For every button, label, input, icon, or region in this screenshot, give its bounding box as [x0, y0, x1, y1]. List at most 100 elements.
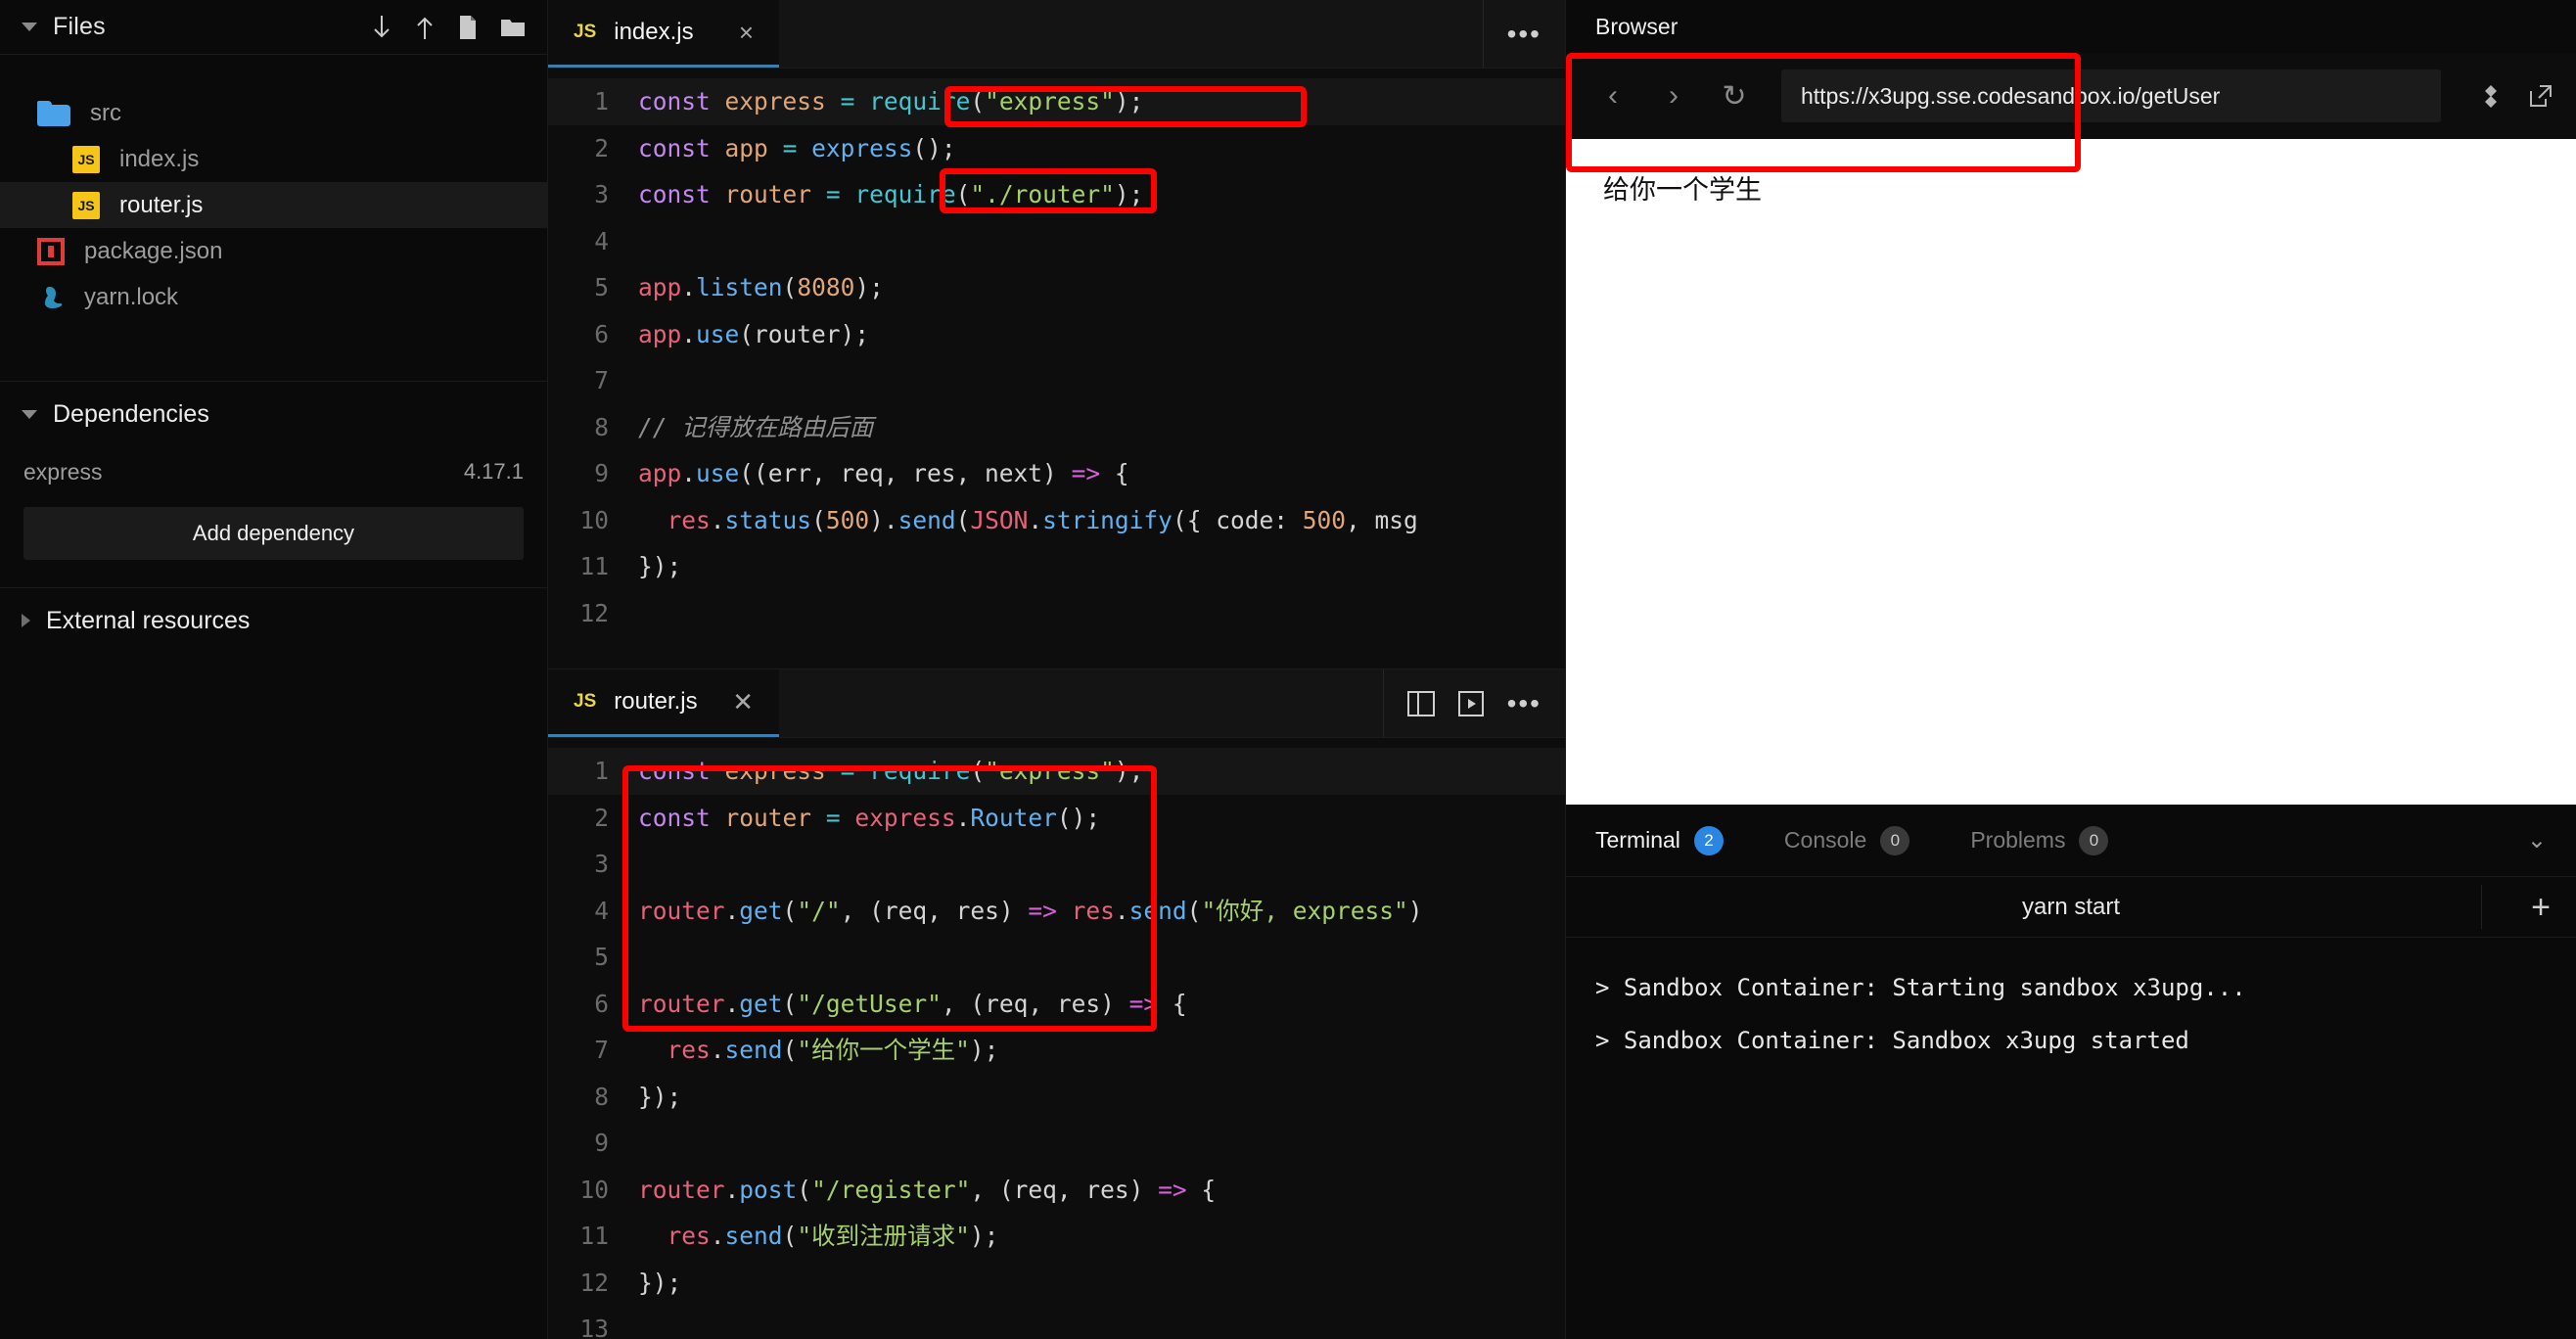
file-row-package-json[interactable]: package.json [0, 228, 547, 274]
tab-router-js[interactable]: JS router.js ✕ [548, 670, 779, 737]
line-number: 2 [594, 133, 609, 162]
line-number: 3 [594, 180, 609, 208]
code-text: app.use((err, req, res, next) => { [638, 459, 1129, 487]
overflow-menu-icon[interactable]: ••• [1507, 688, 1541, 719]
status-badge: 2 [1693, 825, 1724, 855]
file-label: src [90, 99, 121, 126]
npm-file-icon [37, 237, 65, 265]
forward-icon[interactable]: › [1648, 70, 1699, 121]
add-terminal-icon[interactable]: + [2531, 891, 2551, 924]
code-text: res.status(500).send(JSON.stringify({ co… [667, 505, 1418, 534]
line-number: 3 [594, 850, 609, 878]
javascript-file-icon: JS [574, 691, 597, 712]
add-dependency-button[interactable]: Add dependency [23, 507, 524, 560]
files-title: Files [53, 13, 106, 40]
chevron-right-icon [22, 614, 30, 627]
code-area-router-js[interactable]: 1 const express = require("express"); 2 con… [548, 738, 1565, 1339]
chevron-down-icon [22, 409, 37, 419]
line-number: 5 [594, 273, 609, 301]
tab-index-js[interactable]: JS index.js × [548, 0, 779, 68]
new-folder-icon[interactable] [500, 17, 526, 38]
terminal-tabbar: Terminal 2 Console 0 Problems 0 ⌄ [1566, 805, 2576, 877]
new-file-icon[interactable] [457, 15, 479, 40]
tab-terminal[interactable]: Terminal 2 [1595, 825, 1724, 855]
line-number: 12 [579, 598, 609, 627]
close-icon[interactable]: × [739, 20, 754, 45]
code-line: 11}); [548, 543, 1565, 590]
code-text: res.send("给你一个学生"); [667, 1036, 999, 1064]
code-line: 9 app.use((err, req, res, next) => { [548, 450, 1565, 497]
code-line: 2 const app = express(); [548, 125, 1565, 172]
tab-problems[interactable]: Problems 0 [1970, 825, 2109, 855]
terminal-line: > Sandbox Container: Sandbox x3upg start… [1595, 1027, 2189, 1054]
terminal-line: > Sandbox Container: Starting sandbox x3… [1595, 974, 2246, 1001]
terminal-output[interactable]: > Sandbox Container: Starting sandbox x3… [1566, 938, 2576, 1339]
chevron-down-icon[interactable]: ⌄ [2527, 826, 2547, 854]
line-number: 10 [579, 505, 609, 534]
code-line: 9 [548, 1120, 1565, 1167]
file-row-yarn-lock[interactable]: yarn.lock [0, 274, 547, 320]
browser-url-bar: ‹ › ↻ [1566, 53, 2576, 139]
browser-title: Browser [1595, 13, 1679, 39]
code-text: const router = require("./router"); [638, 180, 1144, 208]
back-icon[interactable]: ‹ [1587, 70, 1638, 121]
upload-icon[interactable] [414, 15, 436, 40]
code-area-index-js[interactable]: 1 const express = require("express"); 2 con… [548, 69, 1565, 669]
line-number: 11 [579, 1222, 609, 1250]
run-preview-icon[interactable] [1457, 690, 1484, 716]
file-row-router-js[interactable]: JS router.js [0, 182, 547, 228]
code-text: const express = require("express"); [638, 757, 1144, 785]
browser-extra-actions [2451, 81, 2554, 111]
line-number: 8 [594, 1082, 609, 1111]
close-icon[interactable]: ✕ [732, 689, 754, 715]
line-number: 1 [594, 87, 609, 115]
line-number: 9 [594, 1129, 609, 1157]
file-row-index-js[interactable]: JS index.js [0, 136, 547, 182]
open-in-new-tab-icon[interactable] [2527, 82, 2554, 110]
files-actions [371, 15, 526, 40]
browser-title-bar: Browser [1566, 0, 2576, 53]
code-line: 12}); [548, 1260, 1565, 1307]
url-input[interactable] [1781, 69, 2441, 122]
file-label: router.js [119, 191, 204, 218]
browser-pane: Browser ‹ › ↻ https://x3upg.sse.codesand… [1566, 0, 2576, 805]
code-text: const express = require("express"); [638, 87, 1144, 115]
file-tree: src JS index.js JS router.js package.jso… [0, 55, 547, 320]
line-number: 1 [594, 757, 609, 785]
tab-label: router.js [614, 688, 698, 715]
code-text: }); [638, 1268, 682, 1297]
javascript-file-icon: JS [72, 191, 100, 219]
code-line: 4 [548, 218, 1565, 265]
terminal-pane: Terminal 2 Console 0 Problems 0 ⌄ yarn s… [1566, 805, 2576, 1339]
line-number: 6 [594, 989, 609, 1018]
code-text: res.send("收到注册请求"); [667, 1222, 999, 1250]
terminal-session-title: yarn start [2021, 893, 2121, 920]
code-line: 7 res.send("给你一个学生"); [548, 1027, 1565, 1074]
external-resources-header[interactable]: External resources [0, 588, 547, 653]
editor-tools-top: ••• [1482, 0, 1565, 68]
responsive-preview-icon[interactable] [2476, 81, 2506, 111]
code-line: 3 const router = require("./router"); [548, 171, 1565, 218]
code-line: 5 app.listen(8080); [548, 264, 1565, 311]
code-line: 6 app.use(router); [548, 311, 1565, 358]
code-line: 7 [548, 357, 1565, 404]
dependencies-header[interactable]: Dependencies [0, 382, 547, 446]
line-number: 13 [579, 1315, 609, 1339]
terminal-session-bar: yarn start + [1566, 877, 2576, 938]
overflow-menu-icon[interactable]: ••• [1507, 19, 1541, 50]
code-line: 13 [548, 1306, 1565, 1339]
chevron-down-icon[interactable] [22, 23, 37, 31]
code-line: 6 router.get("/getUser", (req, res) => { [548, 981, 1565, 1028]
tab-console[interactable]: Console 0 [1784, 825, 1910, 855]
split-pane-icon[interactable] [1406, 690, 1435, 716]
file-label: yarn.lock [84, 283, 179, 310]
dependencies-title: Dependencies [53, 399, 209, 428]
reload-icon[interactable]: ↻ [1709, 70, 1760, 121]
dependency-row-express[interactable]: express 4.17.1 [0, 446, 547, 497]
external-resources-title: External resources [46, 606, 251, 634]
status-badge: 0 [1880, 825, 1910, 855]
download-icon[interactable] [371, 15, 392, 40]
codesandbox-app: Files src JS index.js JS router.js packa… [0, 0, 2576, 1339]
file-row-src[interactable]: src [0, 90, 547, 136]
code-text: router.get("/getUser", (req, res) => { [638, 989, 1187, 1018]
